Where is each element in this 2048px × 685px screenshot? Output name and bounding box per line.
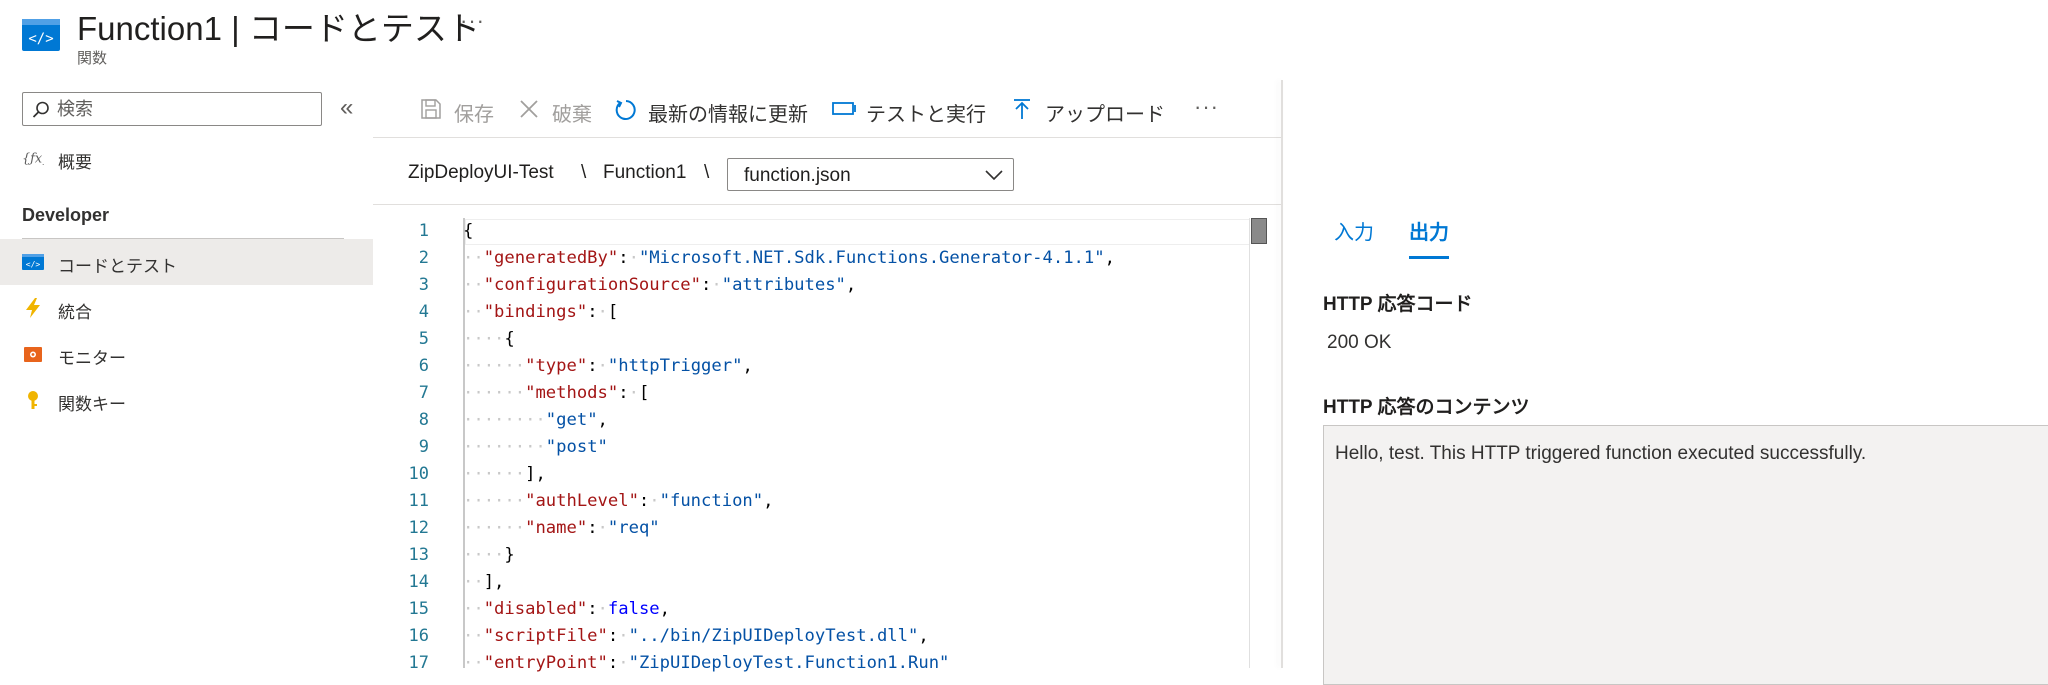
save-label: 保存 — [454, 104, 494, 126]
code-editor[interactable]: { ··"generatedBy":·"Microsoft.NET.Sdk.Fu… — [463, 218, 1250, 673]
code-line: ··], — [463, 572, 505, 592]
line-number: 2 — [418, 248, 429, 268]
line-number: 15 — [408, 599, 429, 619]
discard-label: 破棄 — [552, 104, 592, 126]
line-number: 6 — [418, 356, 429, 376]
sidebar-item-label: 概要 — [58, 153, 92, 172]
response-code-value: 200 OK — [1327, 332, 1392, 353]
sidebar-item-monitor[interactable]: モニター — [0, 331, 373, 377]
line-number: 8 — [418, 410, 429, 430]
sidebar-item-overview[interactable]: {ƒx} 概要 — [0, 135, 373, 181]
response-content-label: HTTP 応答のコンテンツ — [1323, 397, 1530, 418]
search-icon — [32, 101, 49, 118]
line-number: 3 — [418, 275, 429, 295]
code-line: ··"scriptFile":·"../bin/ZipUIDeployTest.… — [463, 626, 929, 646]
code-line: ··"generatedBy":·"Microsoft.NET.Sdk.Func… — [463, 248, 1115, 268]
sidebar-item-label: モニター — [58, 349, 126, 368]
code-line: ····} — [463, 545, 515, 565]
page-subtitle: 関数 — [77, 50, 108, 67]
line-number: 12 — [408, 518, 429, 538]
refresh-icon — [615, 100, 636, 120]
chevron-down-icon — [985, 170, 1003, 181]
sidebar-search-box[interactable] — [22, 92, 322, 126]
code-line: ··"entryPoint":·"ZipUIDeployTest.Functio… — [463, 653, 950, 673]
sidebar-item-integration[interactable]: 統合 — [0, 285, 373, 331]
line-number: 4 — [418, 302, 429, 322]
code-line: ····{ — [463, 329, 515, 349]
svg-text:</>: </> — [26, 260, 41, 269]
code-line: ··"disabled":·false, — [463, 599, 671, 619]
panel-divider — [1281, 80, 1283, 668]
refresh-label: 最新の情報に更新 — [648, 104, 808, 126]
line-number: 7 — [418, 383, 429, 403]
lightning-icon — [26, 298, 40, 318]
monitor-icon — [24, 347, 42, 362]
sidebar-search-input[interactable] — [57, 93, 317, 125]
sidebar-section-developer: Developer — [22, 205, 110, 225]
save-icon — [421, 99, 441, 119]
svg-text:{ƒx}: {ƒx} — [22, 152, 44, 167]
collapse-sidebar-button[interactable]: « — [340, 94, 353, 122]
line-number: 1 — [418, 221, 429, 241]
line-number: 5 — [418, 329, 429, 349]
sidebar-item-label: コードとテスト — [58, 257, 177, 276]
line-number: 10 — [408, 464, 429, 484]
line-number: 14 — [408, 572, 429, 592]
sidebar-item-label: 関数キー — [58, 395, 126, 414]
upload-icon — [1014, 99, 1030, 119]
test-run-label: テストと実行 — [866, 104, 986, 126]
code-line: ········"get", — [463, 410, 608, 430]
code-line: ··"bindings":·[ — [463, 302, 619, 322]
toolbar-more-button[interactable]: ··· — [1194, 94, 1219, 120]
key-icon — [28, 391, 38, 409]
close-icon — [520, 100, 538, 118]
code-line: ······"name":·"req" — [463, 518, 660, 538]
breadcrumb-function[interactable]: Function1 — [603, 162, 686, 184]
code-line: ······"authLevel":·"function", — [463, 491, 774, 511]
line-number: 17 — [408, 653, 429, 673]
code-test-icon: </> — [22, 254, 44, 270]
code-line: ······"type":·"httpTrigger", — [463, 356, 753, 376]
sidebar-item-label: 統合 — [58, 303, 92, 322]
tab-input[interactable]: 入力 — [1334, 216, 1374, 245]
editor-scrollbar-track — [1249, 218, 1250, 668]
file-select-dropdown[interactable]: function.json — [727, 158, 1014, 191]
svg-text:</>: </> — [28, 31, 53, 47]
test-run-icon — [832, 102, 856, 115]
function-fx-icon: {ƒx} — [22, 152, 44, 167]
response-content-box[interactable]: Hello, test. This HTTP triggered functio… — [1323, 425, 2048, 685]
sidebar-item-function-keys[interactable]: 関数キー — [0, 377, 373, 423]
editor-scrollbar-thumb[interactable] — [1251, 218, 1267, 244]
response-code-label: HTTP 応答コード — [1323, 294, 1473, 315]
function-code-icon: </> — [22, 19, 60, 51]
breadcrumb-separator: \ — [704, 162, 710, 183]
breadcrumb-divider — [373, 204, 1281, 205]
header-more-button[interactable]: ··· — [460, 8, 485, 34]
line-number: 16 — [408, 626, 429, 646]
code-line: { — [463, 221, 474, 241]
toolbar-divider — [373, 137, 1281, 138]
code-line: ········"post" — [463, 437, 608, 457]
breadcrumb-app[interactable]: ZipDeployUI-Test — [408, 162, 554, 184]
sidebar-item-code-test[interactable]: </> コードとテスト — [0, 239, 373, 285]
active-tab-indicator — [1409, 256, 1449, 259]
breadcrumb-separator: \ — [581, 162, 587, 183]
code-line: ······"methods":·[ — [463, 383, 650, 403]
file-select-value: function.json — [744, 165, 851, 186]
upload-label: アップロード — [1045, 104, 1165, 126]
response-content-value: Hello, test. This HTTP triggered functio… — [1335, 443, 1867, 464]
code-line: ··"configurationSource":·"attributes", — [463, 275, 857, 295]
page-title: Function1 | コードとテスト — [77, 10, 480, 47]
tab-output[interactable]: 出力 — [1409, 216, 1449, 245]
code-line: ······], — [463, 464, 546, 484]
line-number: 9 — [418, 437, 429, 457]
line-number: 13 — [408, 545, 429, 565]
line-number: 11 — [408, 491, 429, 511]
